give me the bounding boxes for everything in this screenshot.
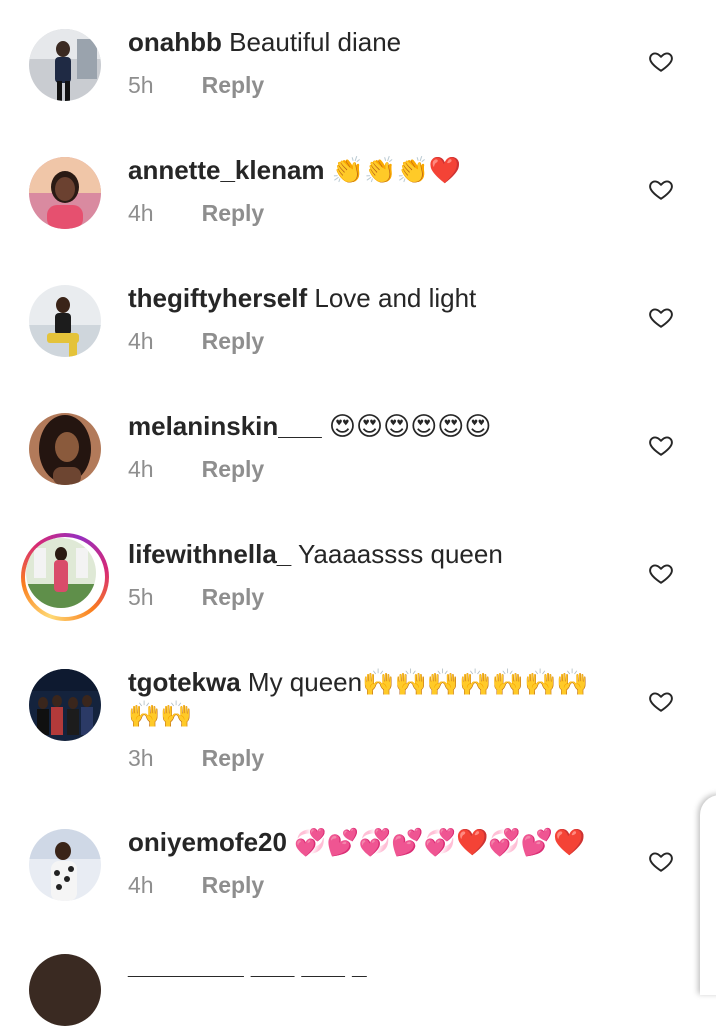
comment-meta: 5h Reply — [128, 71, 264, 99]
comment-body: 👏👏👏❤️ — [324, 155, 462, 185]
avatar[interactable] — [29, 157, 101, 229]
comment-meta: 4h Reply — [128, 327, 264, 355]
avatar[interactable] — [29, 413, 101, 485]
partial-comment-text: ________ ___ ___ _ — [128, 950, 367, 980]
username[interactable]: oniyemofe20 — [128, 827, 287, 857]
comment-text: melaninskin___ 😍😍😍😍😍😍 — [128, 410, 618, 442]
reply-button[interactable]: Reply — [202, 328, 265, 354]
avatar-story-ring[interactable] — [21, 533, 109, 621]
timestamp: 4h — [128, 328, 154, 354]
heart-icon[interactable] — [648, 176, 674, 202]
floating-panel-edge — [700, 795, 716, 995]
reply-button[interactable]: Reply — [202, 200, 265, 226]
comment-text: annette_klenam 👏👏👏❤️ — [128, 154, 618, 186]
reply-button[interactable]: Reply — [202, 456, 265, 482]
comment-meta: 3h Reply — [128, 744, 264, 772]
timestamp: 3h — [128, 745, 154, 771]
avatar[interactable] — [29, 669, 101, 741]
timestamp: 4h — [128, 456, 154, 482]
comment-meta: 4h Reply — [128, 199, 264, 227]
heart-icon[interactable] — [648, 848, 674, 874]
heart-icon[interactable] — [648, 48, 674, 74]
reply-button[interactable]: Reply — [202, 872, 265, 898]
heart-icon[interactable] — [648, 688, 674, 714]
comment-body: Yaaaassss queen — [291, 539, 503, 569]
comment-body: Love and light — [307, 283, 477, 313]
timestamp: 5h — [128, 72, 154, 98]
comment-meta: 4h Reply — [128, 871, 264, 899]
avatar — [26, 538, 96, 608]
reply-button[interactable]: Reply — [202, 745, 265, 771]
comment-meta: 4h Reply — [128, 455, 264, 483]
avatar[interactable] — [29, 829, 101, 901]
timestamp: 5h — [128, 584, 154, 610]
username[interactable]: lifewithnella_ — [128, 539, 291, 569]
heart-icon[interactable] — [648, 560, 674, 586]
username[interactable]: thegiftyherself — [128, 283, 307, 313]
comment-text: onahbb Beautiful diane — [128, 26, 618, 58]
timestamp: 4h — [128, 872, 154, 898]
comment-body: Beautiful diane — [221, 27, 402, 57]
heart-icon[interactable] — [648, 432, 674, 458]
reply-button[interactable]: Reply — [202, 584, 265, 610]
username[interactable]: annette_klenam — [128, 155, 325, 185]
comment-text: tgotekwa My queen🙌🙌🙌🙌🙌🙌🙌🙌🙌 — [128, 666, 618, 730]
heart-icon[interactable] — [648, 304, 674, 330]
comment-body: 😍😍😍😍😍😍 — [321, 411, 492, 441]
username[interactable]: onahbb — [128, 27, 222, 57]
avatar[interactable] — [29, 954, 101, 1026]
comment-text: oniyemofe20 💞💕💞💕💞❤️💞💕❤️ — [128, 826, 618, 858]
timestamp: 4h — [128, 200, 154, 226]
username[interactable]: melaninskin___ — [128, 411, 322, 441]
reply-button[interactable]: Reply — [202, 72, 265, 98]
comment-meta: 5h Reply — [128, 583, 264, 611]
username[interactable]: tgotekwa — [128, 667, 241, 697]
avatar[interactable] — [29, 285, 101, 357]
avatar[interactable] — [29, 29, 101, 101]
comment-text: thegiftyherself Love and light — [128, 282, 618, 314]
comment-text: lifewithnella_ Yaaaassss queen — [128, 538, 618, 570]
comment-body: 💞💕💞💕💞❤️💞💕❤️ — [286, 827, 586, 857]
